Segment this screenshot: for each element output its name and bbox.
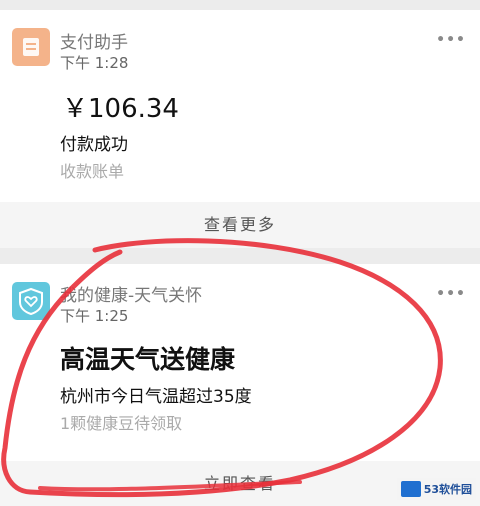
more-options-icon[interactable]: ••• (436, 286, 466, 302)
watermark-logo: 53软件园 (396, 478, 476, 500)
receipt-icon (12, 28, 50, 66)
reward-subtext: 1颗健康豆待领取 (60, 414, 183, 433)
payment-amount: ￥106.34 (62, 94, 179, 124)
health-notification-card[interactable]: 我的健康-天气关怀 下午 1:25 ••• 高温天气送健康 杭州市今日气温超过3… (0, 264, 480, 506)
watermark-icon (400, 481, 421, 497)
notification-time: 下午 1:25 (60, 307, 129, 325)
payment-notification-card[interactable]: 支付助手 下午 1:28 ••• ￥106.34 付款成功 收款账单 查看更多 (0, 10, 480, 248)
notification-detail: 杭州市今日气温超过35度 (60, 387, 252, 407)
heart-shield-icon (12, 282, 50, 320)
notification-time: 下午 1:28 (60, 54, 129, 72)
receipt-label: 收款账单 (60, 162, 125, 181)
payment-status: 付款成功 (60, 135, 128, 155)
app-name: 支付助手 (60, 33, 128, 53)
more-options-icon[interactable]: ••• (436, 32, 466, 48)
notification-headline: 高温天气送健康 (60, 345, 236, 374)
app-name: 我的健康-天气关怀 (60, 286, 203, 306)
view-more-button[interactable]: 查看更多 (0, 202, 480, 248)
watermark-text: 53软件园 (423, 483, 472, 496)
